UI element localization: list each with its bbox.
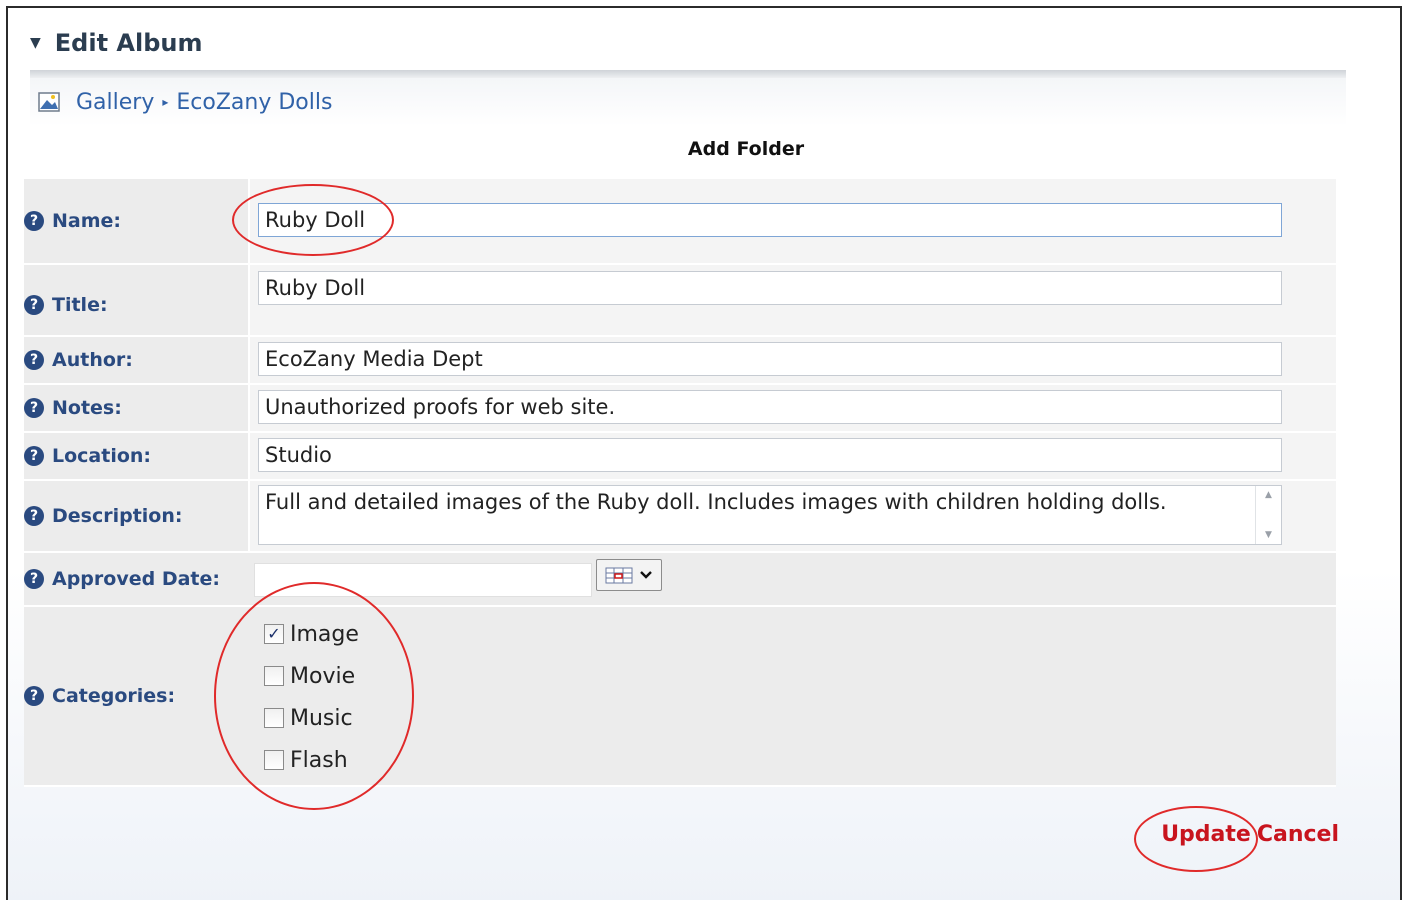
date-picker-button[interactable]: [596, 559, 662, 591]
page-title: Edit Album: [54, 29, 203, 57]
category-movie-label: Movie: [290, 663, 356, 689]
category-image[interactable]: ✓ Image: [264, 621, 359, 647]
category-music-label: Music: [290, 705, 353, 731]
category-image-label: Image: [290, 621, 359, 647]
categories-row: ? Categories: ✓ Image Movie Music Flash: [24, 607, 1336, 787]
chevron-down-icon: [640, 571, 652, 579]
notes-label: ? Notes:: [24, 385, 248, 431]
breadcrumb-gallery-link[interactable]: Gallery: [76, 90, 154, 115]
title-input[interactable]: Ruby Doll: [258, 271, 1282, 305]
breadcrumb: Gallery ▸ EcoZany Dolls: [30, 78, 1346, 126]
help-icon[interactable]: ?: [24, 506, 44, 526]
location-row: ? Location: Studio: [24, 433, 1336, 481]
location-label: ? Location:: [24, 433, 248, 479]
categories-list: ✓ Image Movie Music Flash: [264, 621, 359, 789]
scroll-down-icon[interactable]: ▼: [1265, 530, 1272, 540]
textarea-scrollbar[interactable]: ▲ ▼: [1255, 486, 1281, 544]
scroll-up-icon[interactable]: ▲: [1265, 490, 1272, 500]
cancel-button[interactable]: Cancel: [1257, 822, 1339, 847]
help-icon[interactable]: ?: [24, 686, 44, 706]
notes-input[interactable]: Unauthorized proofs for web site.: [258, 390, 1282, 424]
author-input[interactable]: EcoZany Media Dept: [258, 342, 1282, 376]
description-row: ? Description: Full and detailed images o…: [24, 481, 1336, 553]
help-icon[interactable]: ?: [24, 446, 44, 466]
category-image-checkbox[interactable]: ✓: [264, 624, 284, 644]
notes-row: ? Notes: Unauthorized proofs for web site…: [24, 385, 1336, 433]
category-flash-label: Flash: [290, 747, 348, 773]
help-icon[interactable]: ?: [24, 350, 44, 370]
header-divider: [30, 70, 1346, 78]
description-label: ? Description:: [24, 481, 248, 551]
categories-label: ? Categories:: [24, 607, 248, 785]
name-label: ? Name:: [24, 179, 248, 263]
author-row: ? Author: EcoZany Media Dept: [24, 337, 1336, 385]
help-icon[interactable]: ?: [24, 398, 44, 418]
name-input[interactable]: Ruby Doll: [258, 203, 1282, 237]
calendar-icon: [605, 567, 633, 584]
help-icon[interactable]: ?: [24, 211, 44, 231]
author-label: ? Author:: [24, 337, 248, 383]
title-row: ? Title: Ruby Doll: [24, 265, 1336, 337]
category-flash-checkbox[interactable]: [264, 750, 284, 770]
form-actions: Update Cancel: [1161, 822, 1339, 847]
description-text: Full and detailed images of the Ruby dol…: [265, 490, 1167, 514]
help-icon[interactable]: ?: [24, 569, 44, 589]
panel-header[interactable]: ▼ Edit Album: [30, 26, 202, 60]
category-movie[interactable]: Movie: [264, 663, 359, 689]
category-music-checkbox[interactable]: [264, 708, 284, 728]
approved-date-label: ? Approved Date:: [24, 553, 248, 605]
description-textarea[interactable]: Full and detailed images of the Ruby dol…: [258, 485, 1282, 545]
help-icon[interactable]: ?: [24, 295, 44, 315]
location-input[interactable]: Studio: [258, 438, 1282, 472]
category-flash[interactable]: Flash: [264, 747, 359, 773]
breadcrumb-separator-icon: ▸: [162, 95, 169, 109]
title-label: ? Title:: [24, 265, 248, 335]
approved-date-row: ? Approved Date:: [24, 553, 1336, 607]
collapse-caret-icon[interactable]: ▼: [30, 35, 41, 51]
approved-date-input[interactable]: [254, 563, 592, 597]
breadcrumb-ecozany-dolls-link[interactable]: EcoZany Dolls: [176, 90, 332, 115]
update-button[interactable]: Update: [1161, 822, 1251, 847]
form-title: Add Folder: [687, 138, 805, 160]
name-row: ? Name: Ruby Doll: [24, 179, 1336, 265]
gallery-icon: [38, 92, 60, 112]
category-movie-checkbox[interactable]: [264, 666, 284, 686]
folder-form: ? Name: Ruby Doll ? Title: Ruby Doll ? Auth…: [24, 179, 1336, 787]
category-music[interactable]: Music: [264, 705, 359, 731]
